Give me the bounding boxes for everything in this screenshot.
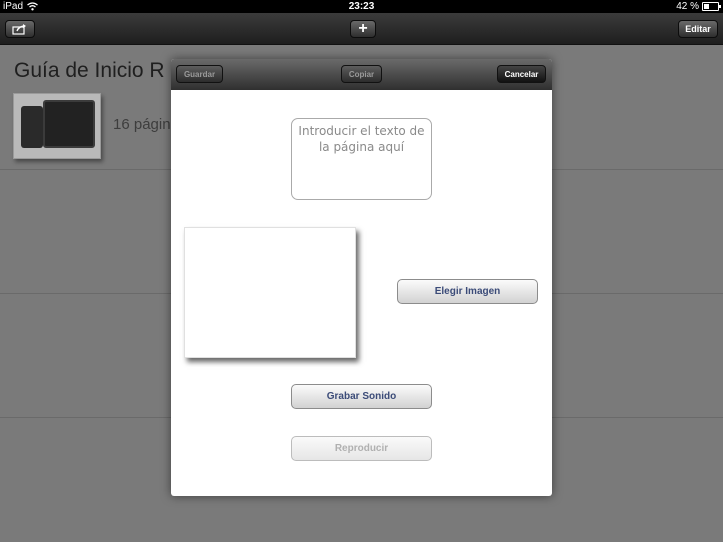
new-page-modal: Guardar Copiar Cancelar Introducir el te… bbox=[171, 59, 552, 496]
ipad-image bbox=[43, 100, 95, 148]
iphone-image bbox=[21, 106, 43, 148]
copy-button[interactable]: Copiar bbox=[341, 65, 382, 83]
share-icon bbox=[12, 24, 26, 35]
battery-percent: 42 % bbox=[676, 1, 699, 12]
battery-icon bbox=[702, 2, 721, 11]
cancel-button[interactable]: Cancelar bbox=[497, 65, 546, 83]
status-right: 42 % bbox=[676, 0, 721, 13]
save-button[interactable]: Guardar bbox=[176, 65, 223, 83]
book-title: Guía de Inicio R bbox=[14, 59, 165, 82]
add-button[interactable]: + bbox=[350, 20, 376, 38]
play-button[interactable]: Reproducir bbox=[291, 436, 432, 461]
page-image-placeholder[interactable] bbox=[184, 227, 356, 358]
edit-button[interactable]: Editar bbox=[678, 20, 718, 38]
choose-image-button[interactable]: Elegir Imagen bbox=[397, 279, 538, 304]
book-page-count: 16 págin bbox=[113, 116, 171, 133]
record-sound-button[interactable]: Grabar Sonido bbox=[291, 384, 432, 409]
status-bar: iPad 23:23 42 % bbox=[0, 0, 723, 13]
top-toolbar: + Editar bbox=[0, 13, 723, 45]
share-button[interactable] bbox=[5, 20, 35, 38]
clock: 23:23 bbox=[348, 1, 375, 12]
page-text-input[interactable]: Introducir el texto de la página aquí bbox=[291, 118, 432, 200]
book-thumbnail[interactable] bbox=[13, 93, 101, 159]
modal-toolbar: Guardar Copiar Cancelar bbox=[171, 59, 552, 90]
